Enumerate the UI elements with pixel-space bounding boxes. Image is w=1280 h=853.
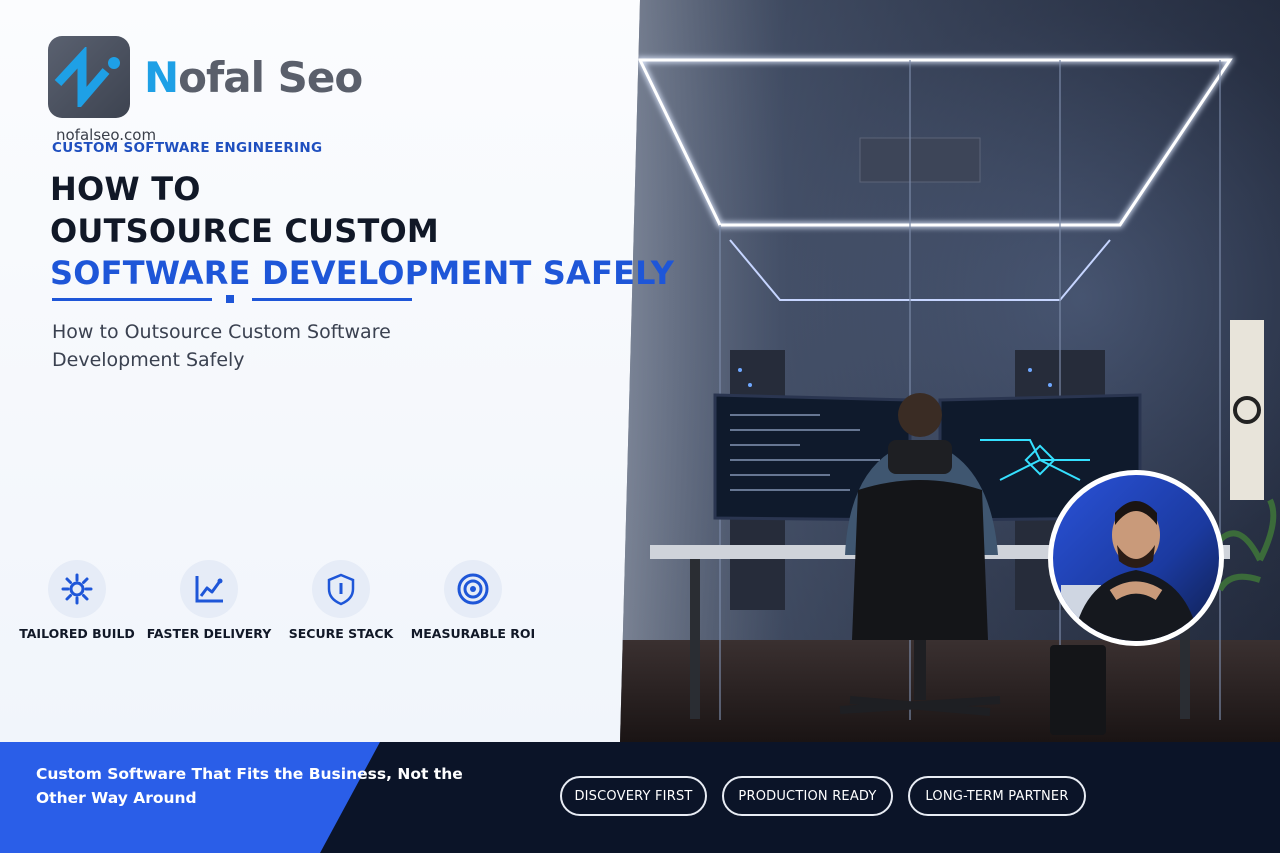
feature-measurable-roi: MEASURABLE ROI: [407, 560, 539, 641]
pill-long-term-partner[interactable]: LONG-TERM PARTNER: [908, 776, 1086, 816]
brand-name-initial: N: [144, 52, 179, 102]
headline-underline-dot: [226, 295, 234, 303]
gear-icon: [48, 560, 106, 618]
feature-secure-stack: SECURE STACK: [275, 560, 407, 641]
trend-chart-icon: [180, 560, 238, 618]
feature-label: MEASURABLE ROI: [410, 626, 536, 641]
footer-band: Custom Software That Fits the Business, …: [0, 742, 1280, 853]
brand-name: Nofal Seo: [144, 52, 363, 102]
feature-label: SECURE STACK: [288, 626, 394, 641]
feature-faster-delivery: FASTER DELIVERY: [143, 560, 275, 641]
headline-underline-right: [252, 298, 412, 301]
presenter-portrait-illustration: [1061, 501, 1199, 641]
footer-tagline: Custom Software That Fits the Business, …: [36, 765, 463, 807]
presenter-avatar: [1048, 470, 1224, 646]
eyebrow-label: CUSTOM SOFTWARE ENGINEERING: [52, 140, 323, 156]
subtitle: How to Outsource Custom Software Develop…: [52, 321, 391, 371]
pill-production-ready[interactable]: PRODUCTION READY: [722, 776, 893, 816]
headline-underline-left: [52, 298, 212, 301]
brand-mark-icon: [48, 36, 130, 118]
feature-label: FASTER DELIVERY: [146, 626, 272, 641]
headline-line-3: SOFTWARE DEVELOPMENT SAFELY: [50, 254, 675, 292]
brand-logo[interactable]: Nofal Seo: [48, 36, 363, 118]
headline-line-1: HOW TO: [50, 170, 201, 208]
pill-discovery-first[interactable]: DISCOVERY FIRST: [560, 776, 707, 816]
target-icon: [444, 560, 502, 618]
feature-tailored-build: TAILORED BUILD: [11, 560, 143, 641]
feature-label: TAILORED BUILD: [19, 626, 135, 641]
shield-icon: [312, 560, 370, 618]
brand-name-rest: ofal Seo: [178, 52, 363, 102]
headline-line-2: OUTSOURCE CUSTOM: [50, 212, 439, 250]
